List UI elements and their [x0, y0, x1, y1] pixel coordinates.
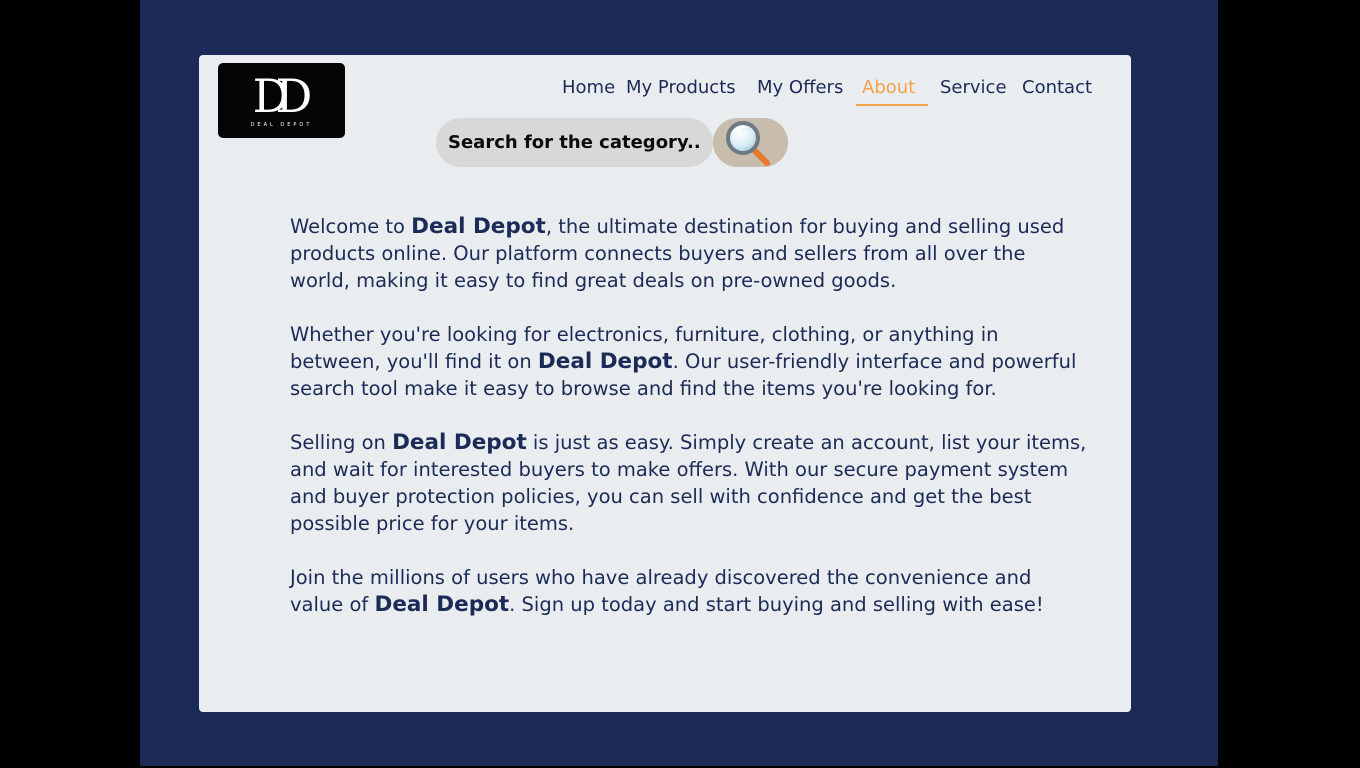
- brand-name: Deal Depot: [411, 214, 546, 239]
- magnifying-glass-icon: [726, 121, 770, 166]
- brand-name: Deal Depot: [392, 430, 527, 455]
- brand-name: Deal Depot: [374, 592, 510, 617]
- about-paragraph-1: Welcome to Deal Depot, the ultimate dest…: [290, 214, 1065, 292]
- active-nav-underline: [856, 104, 928, 106]
- main-nav: Home My Products My Offers About Service…: [199, 77, 1131, 107]
- nav-service[interactable]: Service: [940, 77, 1007, 98]
- nav-home[interactable]: Home: [562, 77, 615, 98]
- nav-contact[interactable]: Contact: [1022, 77, 1092, 98]
- nav-about[interactable]: About: [862, 77, 915, 98]
- nav-my-offers[interactable]: My Offers: [757, 77, 843, 98]
- about-paragraph-2: Whether you're looking for electronics, …: [290, 323, 1077, 400]
- search-button[interactable]: [713, 118, 788, 167]
- nav-my-products[interactable]: My Products: [626, 77, 736, 98]
- about-text: Welcome to Deal Depot, the ultimate dest…: [290, 213, 1090, 645]
- category-search-input[interactable]: [436, 118, 713, 167]
- about-card: DD DEAL DEPOT Home My Products My Offers…: [199, 55, 1131, 712]
- logo-wordmark: DEAL DEPOT: [250, 122, 313, 128]
- about-paragraph-3: Selling on Deal Depot is just as easy. S…: [290, 430, 1087, 535]
- brand-name: Deal Depot: [537, 349, 673, 374]
- about-paragraph-4: Join the millions of users who have alre…: [290, 566, 1044, 617]
